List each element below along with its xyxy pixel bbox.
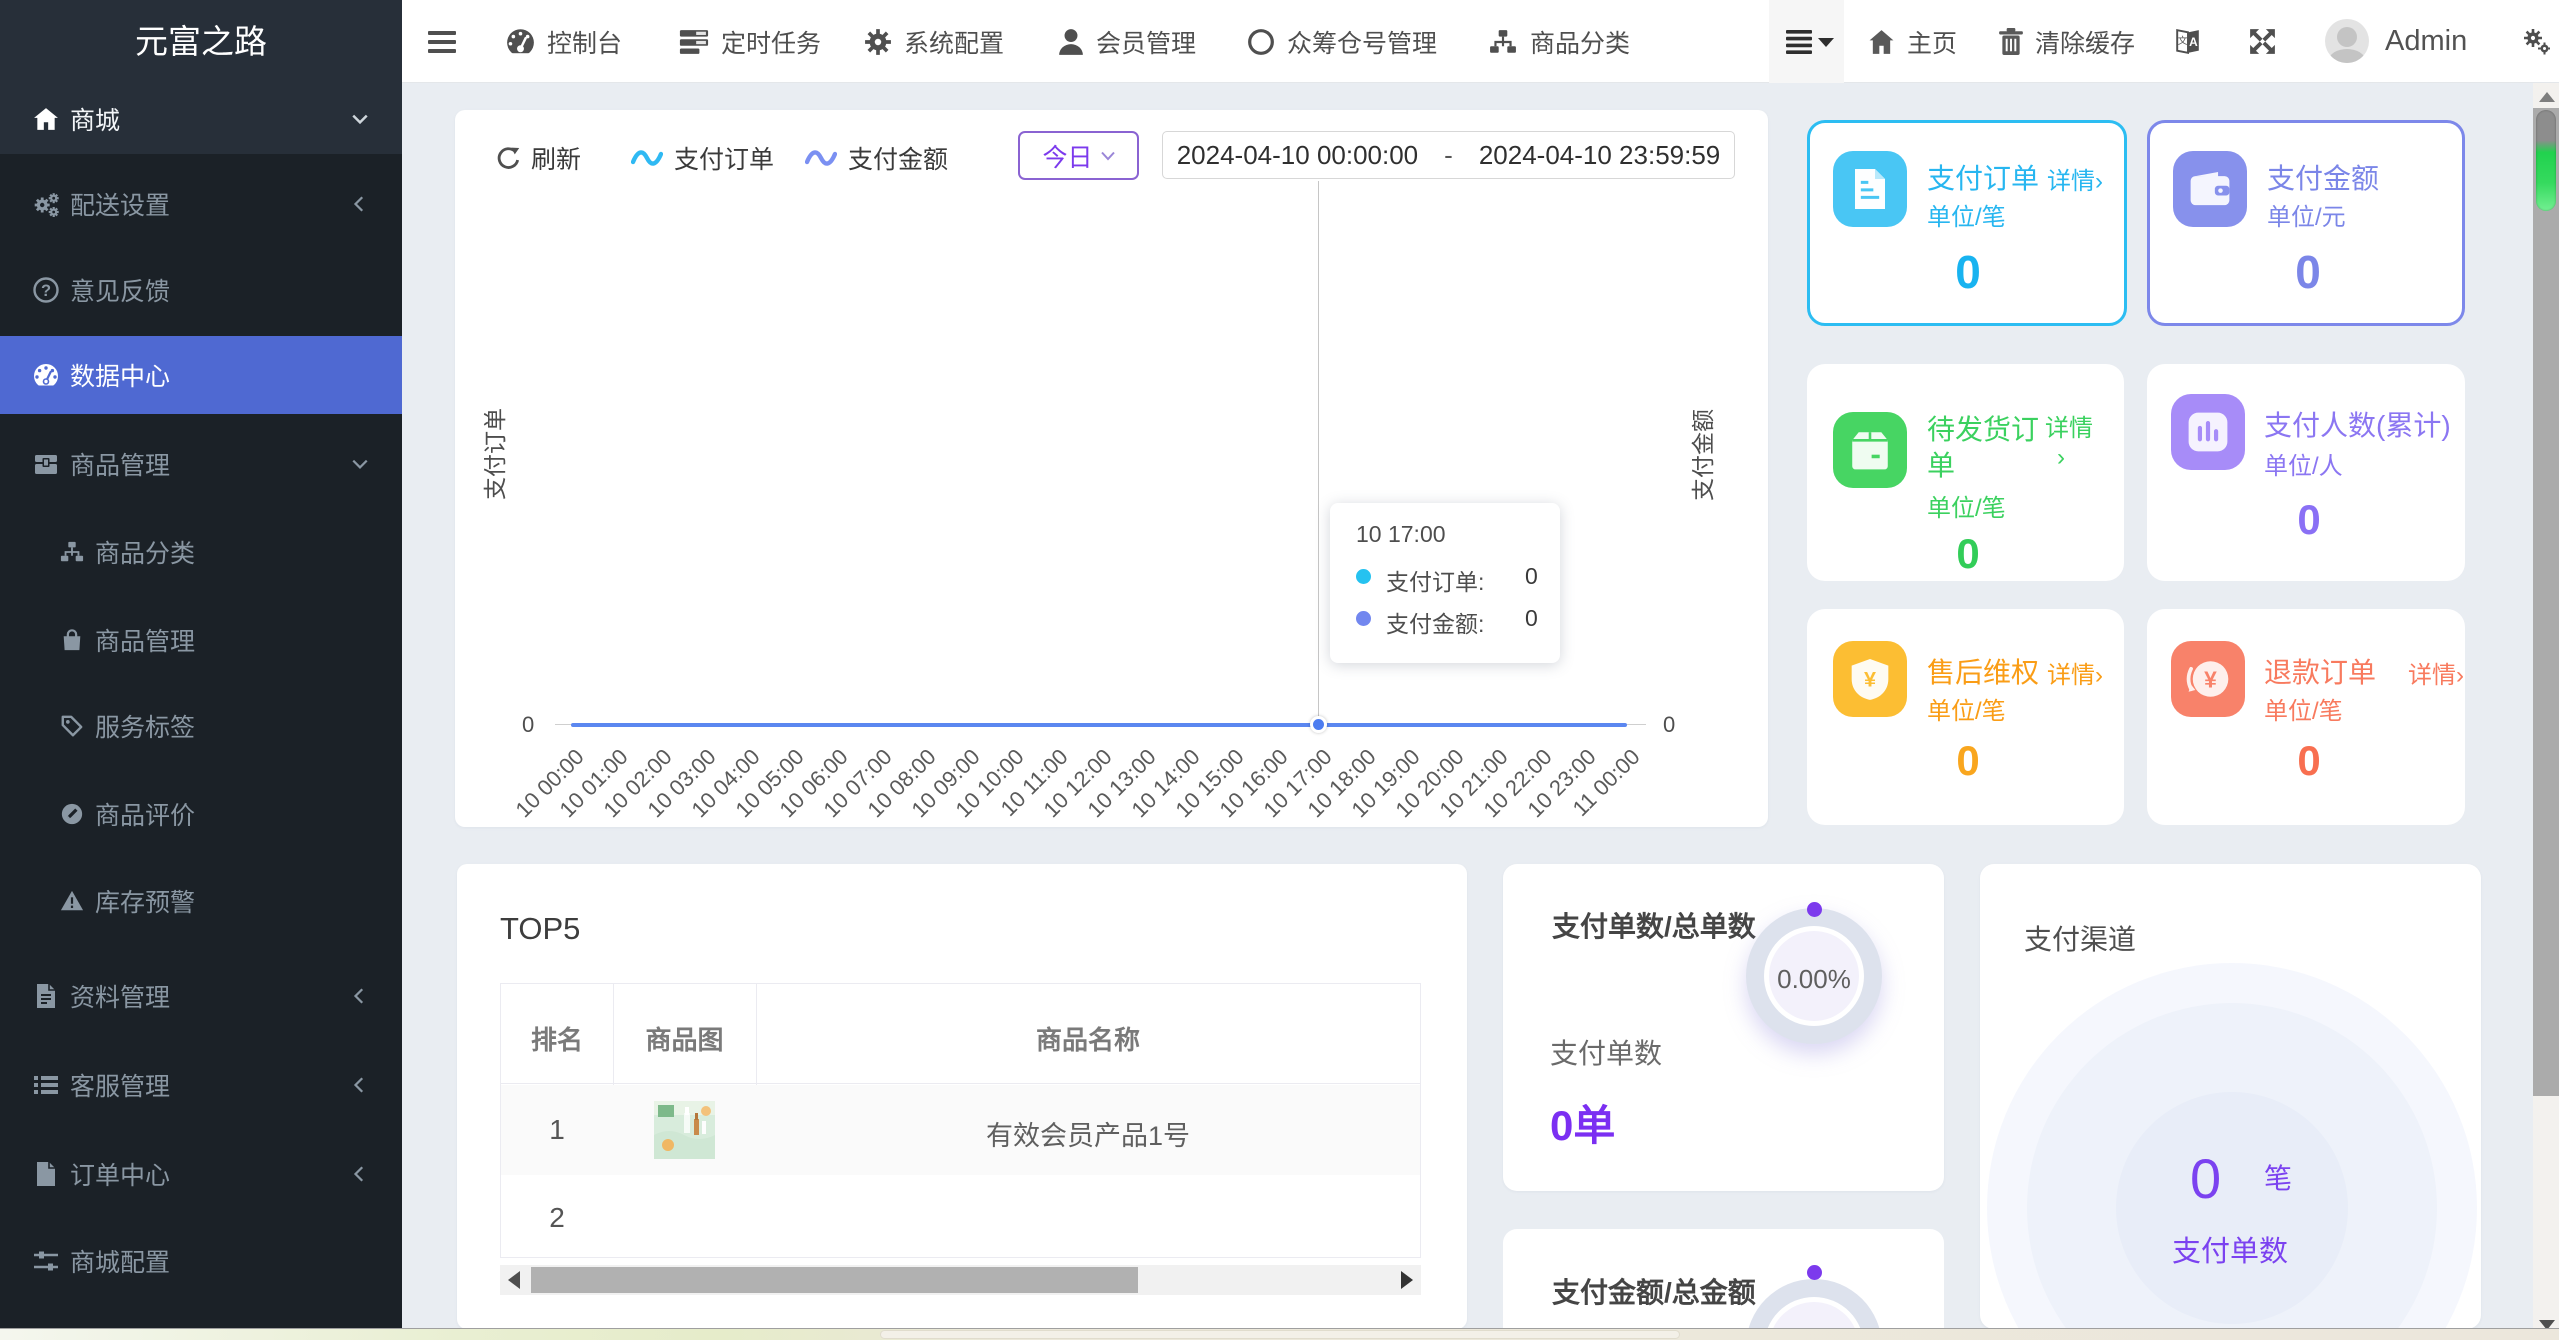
svg-text:文: 文 xyxy=(2178,34,2188,47)
svg-text:¥: ¥ xyxy=(1864,667,1876,692)
svg-text:?: ? xyxy=(41,282,51,300)
svg-text:¥: ¥ xyxy=(2204,666,2217,692)
svg-text:A: A xyxy=(2189,35,2198,49)
